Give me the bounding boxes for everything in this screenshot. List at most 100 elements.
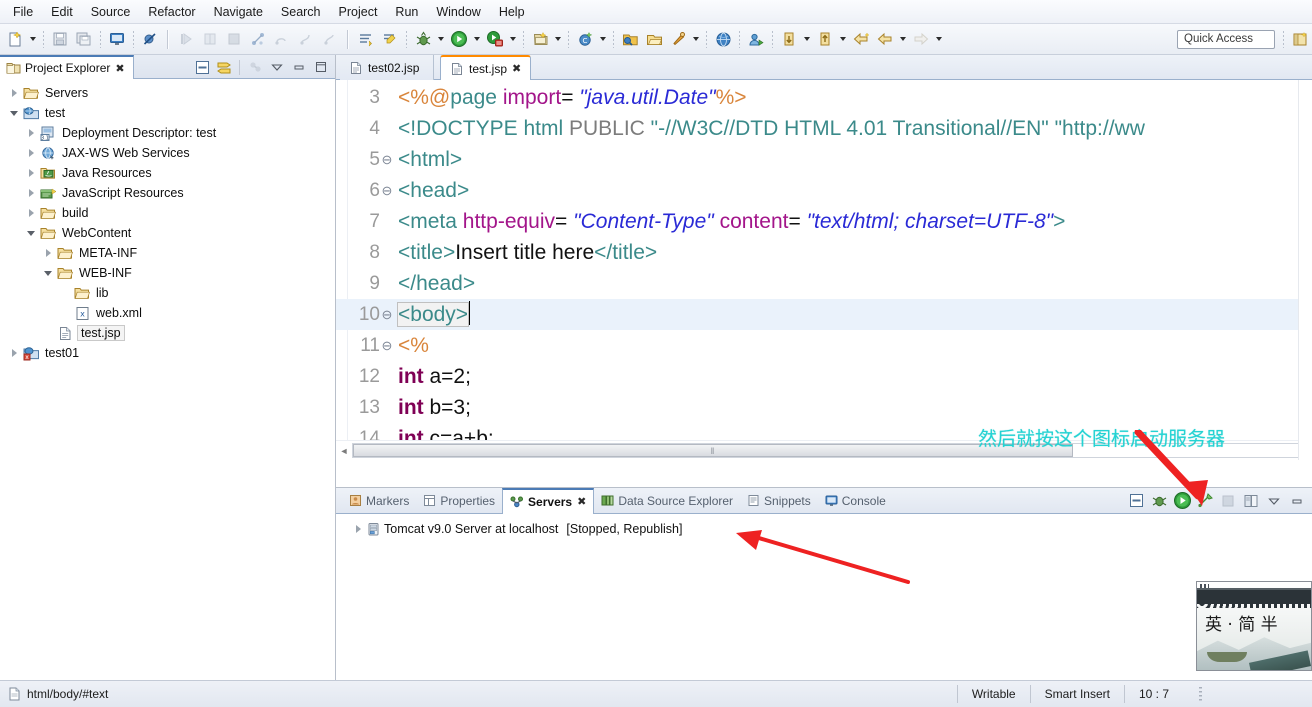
tree-item[interactable]: JAX-WS Web Services — [0, 143, 335, 163]
new-wizard-icon[interactable] — [4, 28, 26, 50]
open-perspective-icon[interactable] — [1289, 28, 1311, 50]
debug-icon[interactable] — [412, 28, 434, 50]
code-editor[interactable]: 3 <%@page import= "java.util.Date"%> 4 <!DO… — [336, 80, 1312, 460]
maximize-icon[interactable] — [311, 57, 331, 77]
view-menu-icon[interactable] — [267, 57, 287, 77]
back-dropdown-icon[interactable] — [897, 28, 908, 50]
status-insert-mode[interactable]: Smart Insert — [1031, 685, 1124, 703]
scroll-left-icon[interactable]: ◄ — [336, 443, 352, 459]
collapse-all-icon[interactable] — [192, 57, 212, 77]
ime-language-bar[interactable]: 英 · 简 半 — [1196, 581, 1312, 671]
expand-twisty-icon[interactable] — [23, 145, 39, 161]
publish-server-icon[interactable] — [1240, 490, 1262, 512]
open-console-icon[interactable] — [106, 28, 128, 50]
server-row-tomcat[interactable]: Tomcat v9.0 Server at localhost [Stopped… — [336, 519, 1312, 539]
tab-properties[interactable]: Properties — [416, 488, 502, 514]
code-line[interactable]: 10 ⊖ <body> — [336, 299, 1312, 330]
menu-project[interactable]: Project — [330, 2, 387, 22]
close-icon[interactable]: ✖ — [577, 495, 586, 508]
search-dropdown-icon[interactable] — [690, 28, 701, 50]
profile-icon[interactable] — [745, 28, 767, 50]
minimize-icon[interactable] — [1286, 490, 1308, 512]
menu-search[interactable]: Search — [272, 2, 330, 22]
new-class-icon[interactable]: C — [574, 28, 596, 50]
tree-item[interactable]: lib — [0, 283, 335, 303]
mark-occurrences-icon[interactable] — [379, 28, 401, 50]
new-java-project-icon[interactable] — [529, 28, 551, 50]
expand-twisty-icon[interactable] — [350, 521, 366, 537]
scrollbar-thumb[interactable]: ‖ — [353, 444, 1073, 457]
new-class-dropdown-icon[interactable] — [597, 28, 608, 50]
menu-refactor[interactable]: Refactor — [139, 2, 204, 22]
fold-toggle-icon[interactable]: ⊖ — [380, 175, 394, 206]
run-on-server-icon[interactable] — [484, 28, 506, 50]
fold-toggle-icon[interactable]: ⊖ — [380, 299, 394, 330]
tab-project-explorer[interactable]: Project Explorer ✖ — [0, 55, 134, 79]
editor-tab-test02[interactable]: test02.jsp — [340, 55, 435, 80]
code-line[interactable]: 6 ⊖ <head> — [336, 175, 1312, 206]
start-server-icon[interactable] — [1171, 490, 1193, 512]
next-annotation-icon[interactable] — [355, 28, 377, 50]
close-icon[interactable]: ✖ — [115, 62, 124, 75]
tree-item[interactable]: x web.xml — [0, 303, 335, 323]
close-icon[interactable]: ✖ — [512, 62, 521, 75]
back-history-icon[interactable] — [874, 28, 896, 50]
tree-item[interactable]: test — [0, 103, 335, 123]
tab-servers[interactable]: Servers ✖ — [502, 487, 595, 514]
tab-data-source-explorer[interactable]: Data Source Explorer — [594, 488, 740, 514]
menu-file[interactable]: File — [4, 2, 42, 22]
debug-server-icon[interactable] — [1148, 490, 1170, 512]
tree-item[interactable]: x test01 — [0, 343, 335, 363]
back-icon[interactable] — [850, 28, 872, 50]
ime-mode-label[interactable]: 英 · 简 半 — [1205, 610, 1305, 635]
code-line[interactable]: 13 int b=3; — [336, 392, 1312, 423]
run-on-server-dropdown-icon[interactable] — [507, 28, 518, 50]
menu-run[interactable]: Run — [386, 2, 427, 22]
open-type-icon[interactable] — [619, 28, 641, 50]
status-resize-grip[interactable] — [1199, 687, 1202, 701]
menu-window[interactable]: Window — [427, 2, 489, 22]
editor-tab-test[interactable]: test.jsp ✖ — [440, 55, 532, 80]
new-wizard-dropdown-icon[interactable] — [27, 28, 38, 50]
editor-overview-ruler[interactable] — [1298, 80, 1312, 460]
menu-edit[interactable]: Edit — [42, 2, 82, 22]
web-browser-icon[interactable] — [712, 28, 734, 50]
expand-twisty-icon[interactable] — [23, 185, 39, 201]
expand-twisty-icon[interactable] — [6, 105, 22, 121]
menu-navigate[interactable]: Navigate — [205, 2, 272, 22]
expand-twisty-icon[interactable] — [23, 225, 39, 241]
minimize-icon[interactable] — [289, 57, 309, 77]
search-icon[interactable] — [667, 28, 689, 50]
tree-item[interactable]: build — [0, 203, 335, 223]
open-task-icon[interactable] — [643, 28, 665, 50]
code-line[interactable]: 5 ⊖ <html> — [336, 144, 1312, 175]
new-java-project-dropdown-icon[interactable] — [552, 28, 563, 50]
debug-dropdown-icon[interactable] — [435, 28, 446, 50]
code-line[interactable]: 7 <meta http-equiv= "Content-Type" conten… — [336, 206, 1312, 237]
code-line[interactable]: 3 <%@page import= "java.util.Date"%> — [336, 82, 1312, 113]
expand-twisty-icon[interactable] — [23, 125, 39, 141]
collapse-all-icon[interactable] — [1125, 490, 1147, 512]
expand-twisty-icon[interactable] — [23, 165, 39, 181]
view-menu-icon[interactable] — [1263, 490, 1285, 512]
tab-snippets[interactable]: Snippets — [740, 488, 818, 514]
prev-edit-location-icon[interactable] — [814, 28, 836, 50]
forward-dropdown-icon[interactable] — [933, 28, 944, 50]
code-line[interactable]: 12 int a=2; — [336, 361, 1312, 392]
expand-twisty-icon[interactable] — [6, 345, 22, 361]
tree-item[interactable]: JavaScript Resources — [0, 183, 335, 203]
tree-item[interactable]: WebContent — [0, 223, 335, 243]
next-edit-dropdown-icon[interactable] — [801, 28, 812, 50]
toggle-breakpoint-icon[interactable] — [139, 28, 161, 50]
tree-item[interactable]: Java Resources — [0, 163, 335, 183]
expand-twisty-icon[interactable] — [40, 265, 56, 281]
tab-markers[interactable]: Markers — [342, 488, 416, 514]
tree-item[interactable]: 3.1 Deployment Descriptor: test — [0, 123, 335, 143]
fold-toggle-icon[interactable]: ⊖ — [380, 330, 394, 361]
save-all-icon[interactable] — [73, 28, 95, 50]
next-edit-location-icon[interactable] — [778, 28, 800, 50]
menu-help[interactable]: Help — [490, 2, 534, 22]
expand-twisty-icon[interactable] — [23, 205, 39, 221]
tab-console[interactable]: Console — [818, 488, 893, 514]
prev-edit-dropdown-icon[interactable] — [837, 28, 848, 50]
